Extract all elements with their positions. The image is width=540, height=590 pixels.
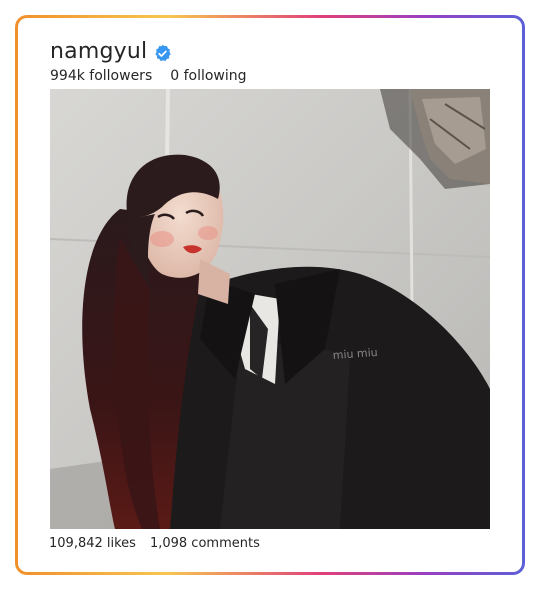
username[interactable]: namgyul [50, 38, 147, 66]
post-engagement: 109,842 likes 1,098 comments [49, 536, 260, 552]
profile-stats: 994k followers 0 following [50, 67, 247, 85]
profile-header: namgyul [50, 38, 172, 66]
following-count[interactable]: 0 following [170, 67, 246, 85]
likes-count[interactable]: 109,842 likes [49, 536, 136, 552]
verified-badge-icon [155, 44, 172, 61]
post-card: namgyul 994k followers 0 following miu m… [18, 18, 522, 572]
followers-count[interactable]: 994k followers [50, 67, 152, 85]
post-card-frame: namgyul 994k followers 0 following miu m… [15, 15, 525, 575]
comments-count[interactable]: 1,098 comments [150, 536, 260, 552]
post-photo[interactable]: miu miu [50, 89, 490, 529]
